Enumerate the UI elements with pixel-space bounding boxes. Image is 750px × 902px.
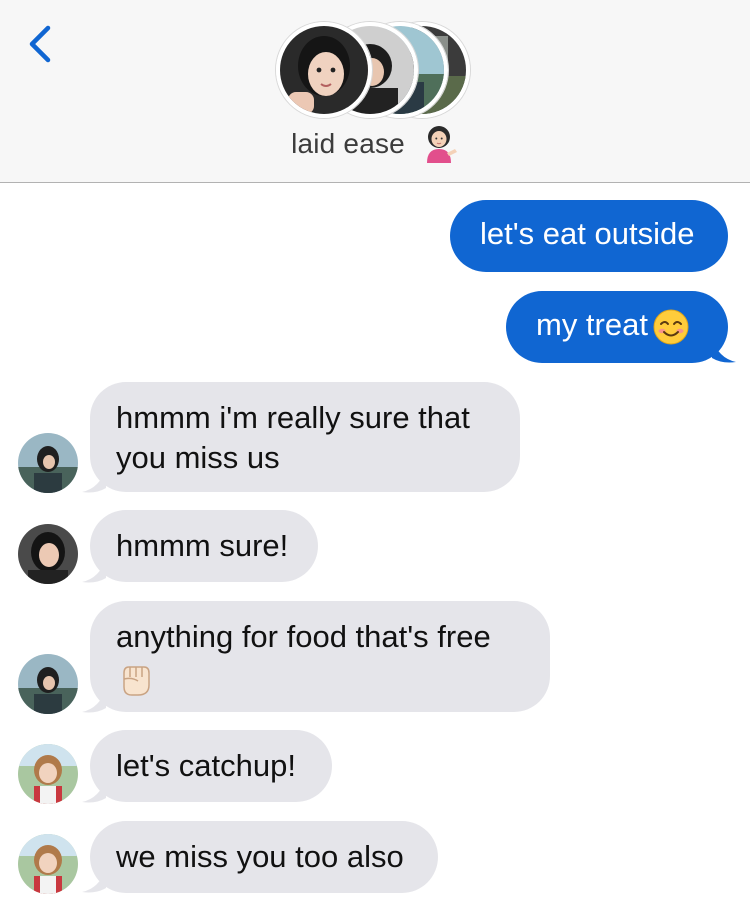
message-text: anything for food that's free	[116, 619, 491, 654]
message-text: we miss you too also	[116, 839, 404, 874]
imessage-group-chat: laid ease let's eat outside my treat hmm…	[0, 0, 750, 902]
chat-header: laid ease	[0, 0, 750, 183]
message-text: let's eat outside	[480, 216, 695, 251]
sent-bubble-tail	[712, 338, 736, 363]
group-avatar-stack[interactable]	[276, 18, 476, 118]
chevron-left-icon	[29, 25, 51, 63]
raised-fist-emoji	[123, 666, 150, 696]
group-name-label: laid ease	[291, 128, 405, 159]
sender-avatar[interactable]	[18, 744, 78, 804]
message-text: let's catchup!	[116, 748, 296, 783]
sent-message-bubble[interactable]: let's eat outside	[450, 200, 728, 272]
sender-avatar[interactable]	[18, 524, 78, 584]
received-message-bubble[interactable]: hmmm i'm really sure that you miss us	[90, 382, 520, 492]
received-message-bubble[interactable]: anything for food that's free	[90, 601, 550, 712]
sender-avatar[interactable]	[18, 654, 78, 714]
message-text-line: hmmm i'm really sure that	[116, 400, 470, 435]
message-text: hmmm sure!	[116, 528, 289, 563]
group-member-avatar	[276, 22, 372, 118]
sender-avatar[interactable]	[18, 433, 78, 493]
sender-avatar[interactable]	[18, 834, 78, 894]
received-message-bubble[interactable]: let's catchup!	[90, 730, 332, 802]
message-text-line: you miss us	[116, 440, 280, 475]
sent-message-bubble[interactable]: my treat	[506, 291, 728, 363]
back-button[interactable]	[18, 18, 62, 70]
group-name[interactable]: laid ease	[0, 125, 750, 163]
received-message-bubble[interactable]: hmmm sure!	[90, 510, 318, 582]
received-message-bubble[interactable]: we miss you too also	[90, 821, 438, 893]
message-text: my treat	[536, 307, 648, 342]
woman-tipping-hand-emoji	[426, 125, 457, 163]
smiling-face-emoji	[653, 309, 689, 345]
